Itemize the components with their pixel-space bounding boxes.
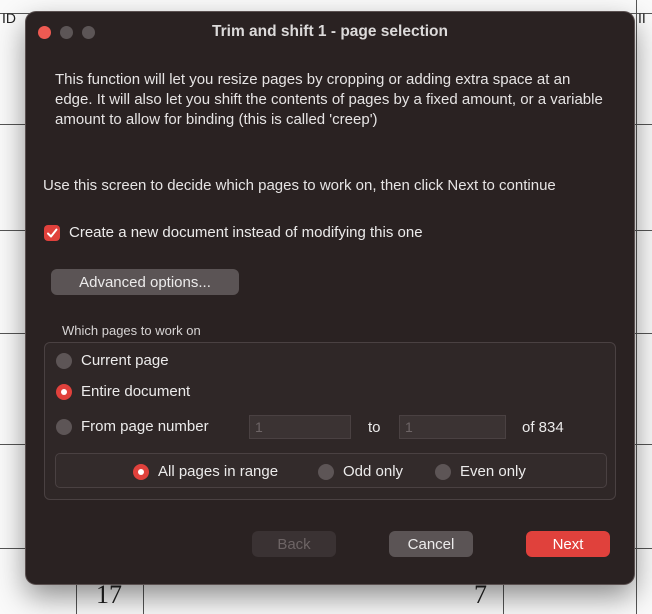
background-fragment-left: ID — [2, 10, 16, 26]
current-page-label: Current page — [81, 352, 169, 369]
entire-document-option[interactable]: Entire document — [56, 383, 190, 400]
table-rule — [143, 580, 144, 614]
to-label: to — [368, 419, 381, 436]
even-only-radio[interactable] — [435, 463, 451, 480]
from-page-option[interactable]: From page number — [56, 418, 209, 435]
pages-group-label: Which pages to work on — [62, 323, 201, 338]
from-page-input[interactable]: 1 — [249, 415, 351, 439]
table-rule — [76, 580, 77, 614]
table-rule — [636, 0, 637, 614]
from-page-radio[interactable] — [56, 418, 72, 435]
odd-only-radio[interactable] — [318, 463, 334, 480]
entire-document-radio[interactable] — [56, 383, 72, 400]
odd-only-option[interactable]: Odd only — [318, 463, 403, 480]
background-mark-left: 17 — [96, 580, 122, 609]
title-bar: Trim and shift 1 - page selection — [26, 12, 634, 52]
even-only-label: Even only — [460, 463, 526, 480]
new-document-option[interactable]: Create a new document instead of modifyi… — [44, 224, 423, 241]
current-page-radio[interactable] — [56, 352, 72, 369]
current-page-option[interactable]: Current page — [56, 352, 169, 369]
back-button[interactable]: Back — [252, 531, 336, 557]
new-document-checkbox[interactable] — [44, 224, 60, 241]
all-pages-option[interactable]: All pages in range — [133, 463, 278, 480]
cancel-button[interactable]: Cancel — [389, 531, 473, 557]
background-mark-right: 7 — [474, 580, 487, 609]
all-pages-label: All pages in range — [158, 463, 279, 480]
odd-only-label: Odd only — [343, 463, 404, 480]
from-page-label: From page number — [81, 418, 209, 435]
table-rule — [503, 580, 504, 614]
new-document-label: Create a new document instead of modifyi… — [69, 224, 423, 241]
dialog-title: Trim and shift 1 - page selection — [212, 23, 448, 40]
trim-shift-dialog: Trim and shift 1 - page selection This f… — [26, 12, 634, 584]
even-only-option[interactable]: Even only — [435, 463, 526, 480]
instruction-text: Use this screen to decide which pages to… — [43, 177, 556, 194]
advanced-options-button[interactable]: Advanced options... — [51, 269, 239, 295]
all-pages-radio[interactable] — [133, 463, 149, 480]
entire-document-label: Entire document — [81, 383, 191, 400]
page-count-label: of 834 — [522, 419, 564, 436]
to-page-input[interactable]: 1 — [399, 415, 506, 439]
next-button[interactable]: Next — [526, 531, 610, 557]
background-fragment-right: II — [638, 10, 646, 26]
checkmark-icon — [47, 228, 58, 237]
intro-text: This function will let you resize pages … — [55, 71, 603, 128]
